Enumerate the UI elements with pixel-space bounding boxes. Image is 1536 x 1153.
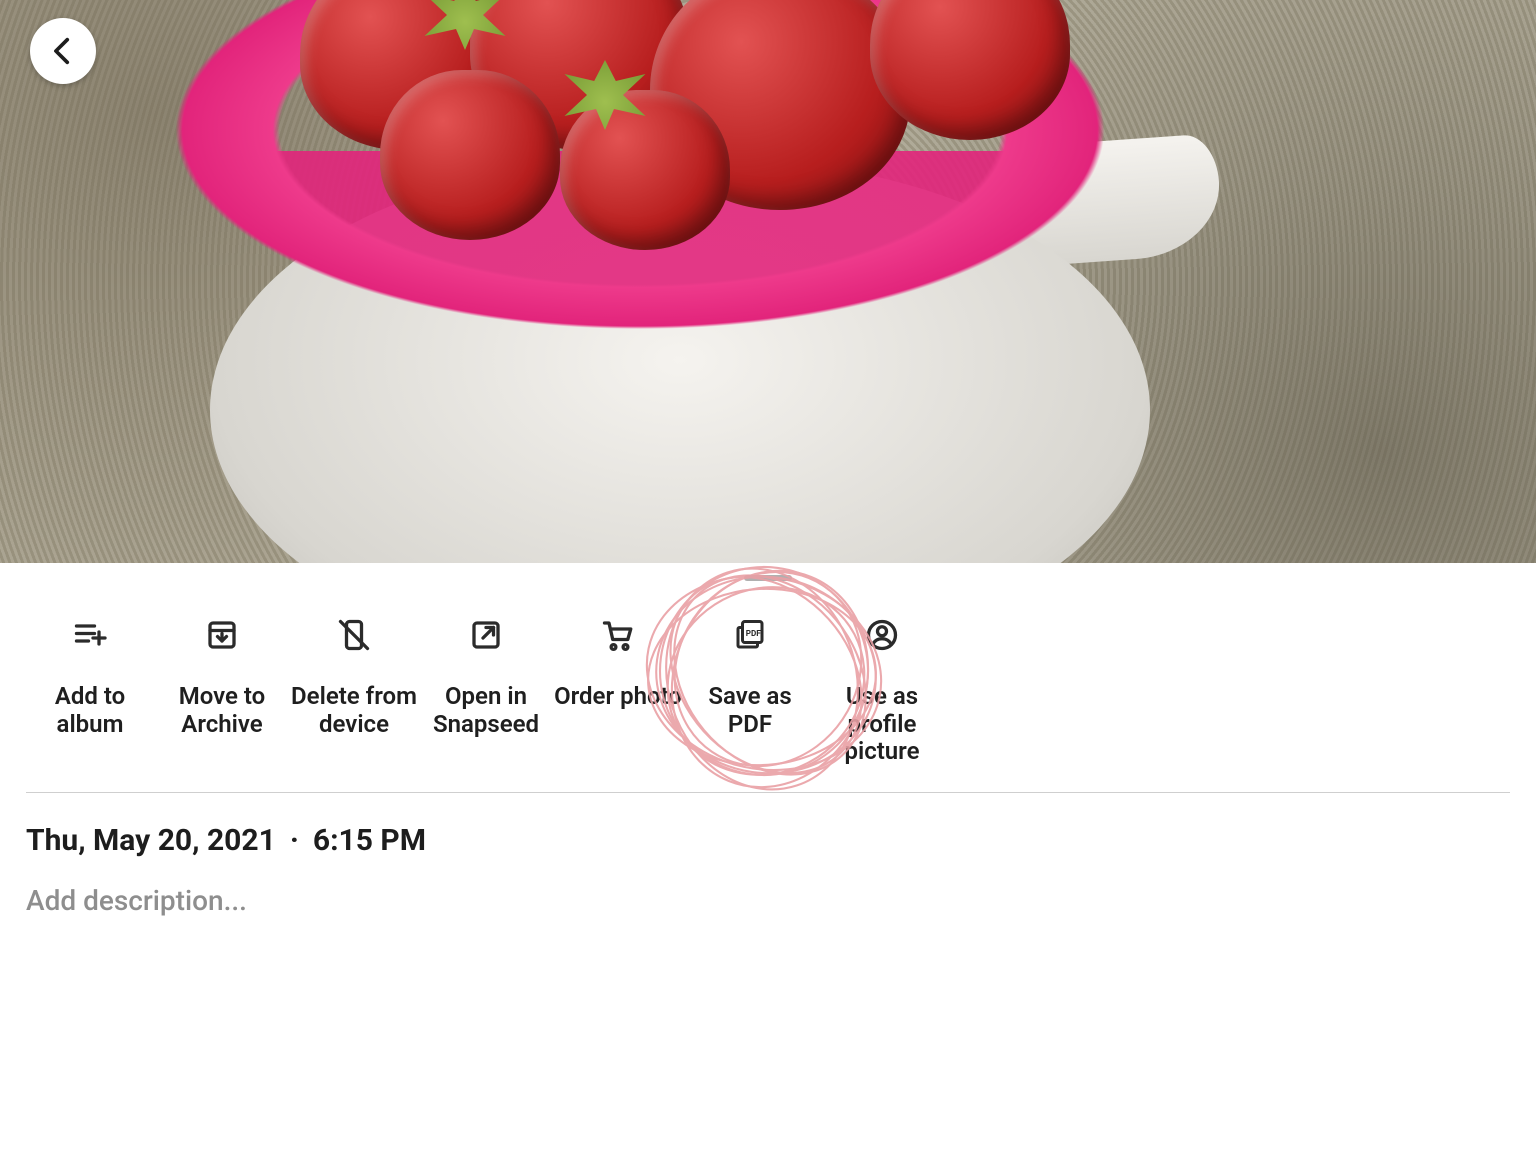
action-label: Move to Archive	[179, 683, 266, 738]
pdf-icon: PDF	[732, 617, 768, 653]
action-add-to-album[interactable]: Add to album	[24, 617, 156, 738]
actions-row: Add to album Move to Archive Delete from…	[0, 581, 1536, 792]
action-delete-from-device[interactable]: Delete from device	[288, 617, 420, 738]
info-sheet: Add to album Move to Archive Delete from…	[0, 575, 1536, 917]
photo-time: 6:15 PM	[313, 823, 426, 858]
meta-separator: ·	[290, 823, 299, 858]
photo-viewport	[0, 0, 1536, 563]
chevron-left-icon	[46, 34, 80, 68]
action-move-to-archive[interactable]: Move to Archive	[156, 617, 288, 738]
action-label: Add to album	[55, 683, 125, 738]
action-label: Use as profile picture	[844, 683, 919, 766]
action-use-as-profile-picture[interactable]: Use as profile picture	[816, 617, 948, 766]
svg-text:PDF: PDF	[746, 628, 761, 638]
photo-datetime: Thu, May 20, 2021 · 6:15 PM	[0, 793, 1536, 858]
shopping-cart-icon	[600, 617, 636, 653]
add-to-album-icon	[72, 617, 108, 653]
profile-icon	[864, 617, 900, 653]
archive-icon	[204, 617, 240, 653]
action-order-photo[interactable]: Order photo	[552, 617, 684, 711]
action-label: Delete from device	[291, 683, 417, 738]
description-input[interactable]: Add description...	[0, 858, 1536, 917]
photo-date: Thu, May 20, 2021	[26, 823, 276, 858]
action-open-in-snapseed[interactable]: Open in Snapseed	[420, 617, 552, 738]
action-label: Order photo	[554, 683, 682, 711]
action-save-as-pdf[interactable]: PDF Save as PDF	[684, 617, 816, 738]
open-external-icon	[468, 617, 504, 653]
action-label: Save as PDF	[684, 683, 816, 738]
action-label: Open in Snapseed	[433, 683, 539, 738]
back-button[interactable]	[30, 18, 96, 84]
delete-from-device-icon	[336, 617, 372, 653]
